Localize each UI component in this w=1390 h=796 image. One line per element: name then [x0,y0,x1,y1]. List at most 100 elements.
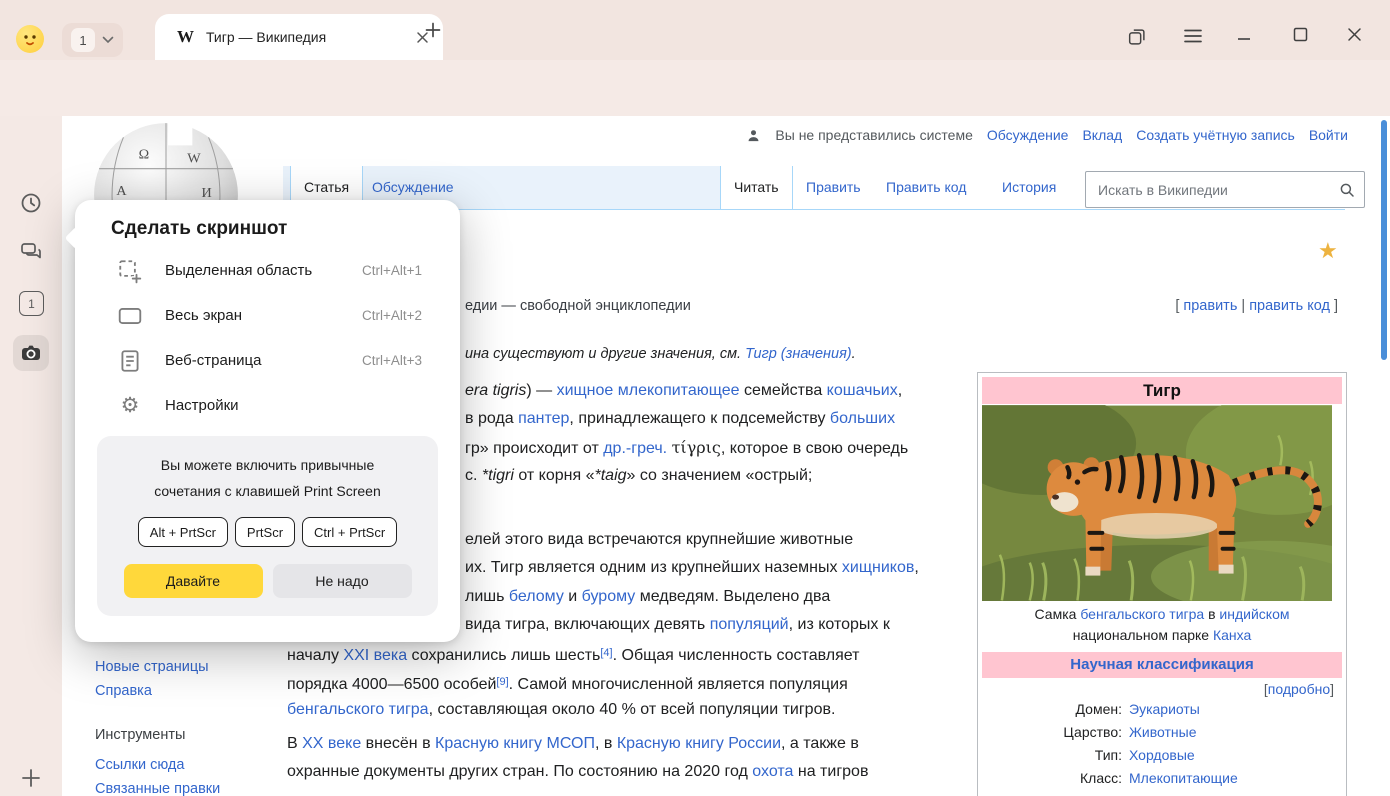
tabs-count-icon: 1 [19,291,44,316]
tab-edit[interactable]: Править [793,166,874,209]
web-page-icon [117,348,143,374]
wiki-link[interactable]: хищное млекопитающее [557,382,740,399]
text-segment: . [852,346,856,362]
edit-link[interactable]: править [1183,298,1237,314]
wiki-link[interactable]: белому [509,588,564,605]
tab-group-pill[interactable]: 1 [62,23,123,57]
panels-icon [1126,26,1148,48]
add-panel-button[interactable] [19,766,43,790]
printscreen-hint-card: Вы можете включить привычные сочетания с… [97,436,438,616]
menu-item-web-page[interactable]: Веб-страница Ctrl+Alt+3 [75,338,460,383]
wiki-link[interactable]: бенгальского тигра [287,701,429,718]
wiki-link[interactable]: хищников [842,559,914,576]
browser-menu-button[interactable] [1183,27,1203,45]
classification-header: Научная классификация [982,652,1342,678]
navigation-bar: Я https://ru.wikipedia.org/wiki/Тигр « п… [0,60,1390,116]
text-segment: лишь [465,588,509,605]
reference-link[interactable]: [4] [600,647,612,659]
page-scrollbar[interactable] [1381,120,1387,360]
sidebar-link-whatlinkshere[interactable]: Ссылки сюда [95,757,184,773]
sidebar-link-help[interactable]: Справка [95,683,152,699]
wiki-link[interactable]: Тигр (значения) [745,346,852,362]
userbar-link-create-account[interactable]: Создать учётную запись [1136,127,1295,143]
text-segment: . Общая численность составляет [613,647,860,664]
wiki-link[interactable]: охота [752,763,793,780]
wiki-tagline: едии — свободной энциклопедии [465,298,691,314]
wiki-search-box[interactable] [1085,171,1365,208]
taxon-value[interactable]: Млекопитающие [1129,767,1238,790]
text-segment: ина существуют и другие значения, см. [465,346,745,362]
wiki-link[interactable]: бенгальского тигра [1080,606,1204,622]
wiki-link[interactable]: популяций [710,616,789,633]
wiki-link[interactable]: Красную книгу России [617,735,781,752]
tiger-image [982,405,1332,601]
sidebar-link-related-changes[interactable]: Связанные правки [95,781,220,796]
search-icon[interactable] [1338,181,1356,199]
window-maximize-button[interactable] [1293,27,1308,42]
screenshot-tool-button[interactable] [13,335,49,371]
details-link[interactable]: подробно [1268,681,1330,697]
window-close-button[interactable] [1347,27,1362,42]
userbar-link-contribs[interactable]: Вклад [1082,127,1122,143]
text-segment: ) — [526,382,556,399]
window-minimize-button[interactable] [1237,30,1251,42]
wiki-link[interactable]: Канха [1213,627,1251,643]
watch-star-icon[interactable]: ★ [1318,238,1338,264]
tabs-panel-button[interactable]: 1 [19,291,44,316]
wiki-link[interactable]: XXI века [343,647,407,664]
text-segment: , в [595,735,617,752]
accept-button[interactable]: Давайте [124,564,263,598]
tab-edit-code[interactable]: Править код [873,166,979,209]
tab-history[interactable]: История [989,166,1069,209]
wiki-link[interactable]: др.-греч. [603,440,667,457]
wiki-link[interactable]: больших [830,410,895,427]
text-segment: *tigri [482,467,514,484]
chats-button[interactable] [19,240,43,264]
menu-item-full-screen[interactable]: Весь экран Ctrl+Alt+2 [75,293,460,338]
wiki-link[interactable]: кошачьих [827,382,898,399]
menu-item-selected-area[interactable]: Выделенная область Ctrl+Alt+1 [75,248,460,293]
wiki-user-bar: Вы не представились системе Обсуждение В… [746,127,1348,143]
new-tab-button[interactable] [424,21,442,39]
search-input[interactable] [1096,181,1338,199]
article-line: В XX веке внесён в Красную книгу МСОП, в… [287,733,859,755]
text-segment: их. Тигр является одним из крупнейших на… [465,559,842,576]
tiger-photo[interactable] [982,405,1332,601]
article-line: началу XXI века сохранились лишь шесть[4… [287,642,859,667]
browser-side-panel: 1 [0,116,62,796]
edit-code-link[interactable]: править код [1249,298,1330,314]
text-segment: елей этого вида встречаются крупнейшие ж… [465,531,853,548]
taxon-value[interactable]: Эукариоты [1129,698,1200,721]
wiki-link[interactable]: Красную книгу МСОП [435,735,595,752]
article-line: лишь белому и бурому медведям. Выделено … [465,586,830,608]
classification-link[interactable]: Научная классификация [1070,656,1253,673]
menu-item-shortcut: Ctrl+Alt+2 [362,308,422,323]
keycap-alt-prtscr[interactable]: Alt + PrtScr [138,517,228,547]
wiki-link[interactable]: бурому [582,588,636,605]
tab-read[interactable]: Читать [720,166,793,209]
reference-link[interactable]: [9] [496,676,508,688]
screenshot-popup: Сделать скриншот Выделенная область Ctrl… [75,200,460,642]
decline-button[interactable]: Не надо [273,564,412,598]
userbar-link-login[interactable]: Войти [1309,127,1348,143]
text-segment: , составляющая около 40 % от всей популя… [429,701,836,718]
userbar-link-talk[interactable]: Обсуждение [987,127,1069,143]
wiki-link[interactable]: XX веке [302,735,361,752]
sidebar-link-new-pages[interactable]: Новые страницы [95,659,209,675]
side-panels-button[interactable] [1126,26,1148,48]
menu-item-settings[interactable]: ⚙ Настройки [75,383,460,428]
profile-avatar[interactable] [16,25,44,53]
browser-window: 1 W Тигр — Википедия [0,0,1390,796]
keycap-prtscr[interactable]: PrtScr [235,517,295,547]
history-button[interactable] [19,191,43,215]
taxon-value[interactable]: Хордовые [1129,744,1195,767]
article-line: порядка 4000—6500 особей[9]. Самой много… [287,671,848,696]
browser-tab[interactable]: W Тигр — Википедия [155,14,443,60]
keycap-ctrl-prtscr[interactable]: Ctrl + PrtScr [302,517,397,547]
taxon-value[interactable]: Животные [1129,721,1197,744]
menu-item-shortcut: Ctrl+Alt+3 [362,353,422,368]
wiki-link[interactable]: пантер [518,410,569,427]
wiki-link[interactable]: индийском [1219,606,1289,622]
popup-title: Сделать скриншот [75,200,460,248]
text-segment: в [1204,606,1219,622]
